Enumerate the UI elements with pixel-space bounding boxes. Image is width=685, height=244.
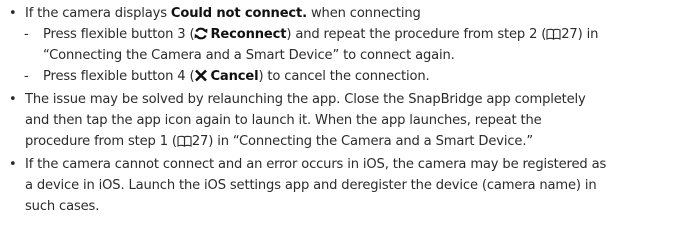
bullet-line: such cases. <box>25 199 100 214</box>
bullet-line: If the camera cannot connect and an erro… <box>25 157 607 172</box>
book-icon <box>546 28 561 40</box>
reconnect-icon <box>195 27 208 40</box>
sub-item-text: Press flexible button 4 ( Cancel) to can… <box>43 66 685 87</box>
sub-text-pre: Press flexible button 4 ( <box>43 69 195 84</box>
bullet-line: ) in “Connecting the Camera and a Smart … <box>208 134 533 149</box>
bullet-tail-text: when connecting <box>306 6 421 21</box>
bullet-line: and then tap the app icon again to launc… <box>25 113 542 128</box>
sub-item-cancel: - Press flexible button 4 ( Cancel) to c… <box>18 66 685 87</box>
sub-list: - Press flexible button 3 ( Reconnect) a… <box>0 24 685 87</box>
sub-text-post: ) in <box>577 27 599 42</box>
sub-text-mid: ) and repeat the procedure from step 2 ( <box>286 27 547 42</box>
page-reference: 27 <box>561 27 578 42</box>
bullet-line: The issue may be solved by relaunching t… <box>25 92 586 107</box>
cancel-label: Cancel <box>210 69 259 84</box>
bullet-line: procedure from step 1 ( <box>25 134 177 149</box>
dash-marker: - <box>24 69 29 84</box>
dash-marker: - <box>24 27 29 42</box>
page-reference: 27 <box>191 134 209 149</box>
error-message-text: Could not connect. <box>170 6 307 21</box>
sub-text-line2: “Connecting the Camera and a Smart Devic… <box>43 48 455 63</box>
bullet-could-not-connect: • If the camera displays Could not conne… <box>0 3 685 24</box>
bullet-lead-text: If the camera displays <box>25 6 171 21</box>
bullet-marker: • <box>9 157 17 172</box>
bullet-line: a device in iOS. Launch the iOS settings… <box>25 178 597 193</box>
sub-text-post: ) to cancel the connection. <box>258 69 430 84</box>
bullet-marker: • <box>9 6 17 21</box>
troubleshooting-section: • If the camera displays Could not conne… <box>0 0 685 217</box>
reconnect-label: Reconnect <box>210 27 287 42</box>
bullet-marker: • <box>9 92 17 107</box>
sub-text-pre: Press flexible button 3 ( <box>43 27 195 42</box>
bullet-relaunch-app: • The issue may be solved by relaunching… <box>0 89 685 152</box>
bullet-text: The issue may be solved by relaunching t… <box>25 89 685 152</box>
bullet-text: If the camera displays Could not connect… <box>25 3 685 24</box>
sub-item-text: Press flexible button 3 ( Reconnect) and… <box>43 24 685 66</box>
cancel-icon <box>195 69 208 82</box>
bullet-text: If the camera cannot connect and an erro… <box>25 154 685 217</box>
book-icon <box>177 135 192 147</box>
bullet-ios-error: • If the camera cannot connect and an er… <box>0 154 685 217</box>
sub-item-reconnect: - Press flexible button 3 ( Reconnect) a… <box>18 24 685 66</box>
